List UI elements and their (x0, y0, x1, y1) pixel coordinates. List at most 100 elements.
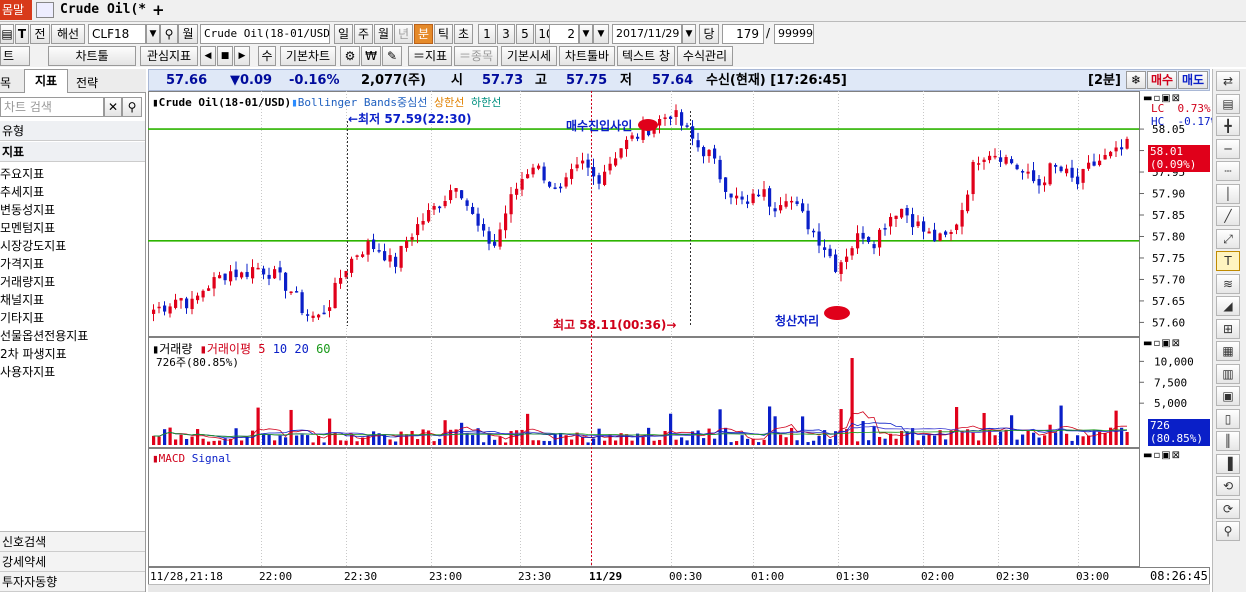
t-button[interactable]: 트 (0, 46, 30, 66)
chart-toolbar-button[interactable]: 차트툴바 (559, 46, 615, 66)
period-button-1[interactable]: 주 (354, 24, 373, 44)
split-icon[interactable]: ▐ (1216, 453, 1240, 474)
nav-left-icon[interactable]: ◀ (200, 46, 216, 66)
sidebar-tab-indicator[interactable]: 지표 (24, 69, 68, 93)
cols-icon[interactable]: ▯ (1216, 408, 1240, 429)
symbol-dropdown-icon[interactable]: ▼ (146, 24, 160, 44)
month-button[interactable]: 월 (178, 24, 198, 44)
group-indicator[interactable]: 지표 (0, 142, 145, 162)
auto-icon[interactable]: ⤢ (1216, 228, 1240, 249)
period-button-4[interactable]: 분 (414, 24, 433, 44)
line-tool-icon[interactable]: ╋ (1216, 116, 1240, 136)
dash-icon[interactable]: ┄ (1216, 161, 1240, 181)
formula-manager-button[interactable]: 수식관리 (677, 46, 733, 66)
sidebar-tab-strategy[interactable]: 전략 (76, 74, 98, 91)
undo-icon[interactable]: ⟲ (1216, 476, 1240, 496)
period-button-6[interactable]: 초 (454, 24, 473, 44)
interval-spin-icon[interactable]: ▼ (593, 24, 609, 44)
chart-search-input[interactable]: 차트 검색 (0, 97, 104, 117)
add-item-button[interactable]: ＝종목 (454, 46, 498, 66)
trend-icon[interactable]: ╱ (1216, 206, 1240, 226)
dang-button[interactable]: 당 (699, 24, 719, 44)
window-tab-title[interactable]: Crude Oil(* (60, 2, 146, 17)
watch-indicator-button[interactable]: 관심지표 (140, 46, 198, 66)
sidebar-item-9[interactable]: 선물옵션전용지표 (0, 327, 88, 344)
sidebar-item-1[interactable]: 추세지표 (0, 183, 44, 200)
sidebar-item-2[interactable]: 변동성지표 (0, 201, 55, 218)
volume-bar (1048, 424, 1052, 445)
interval-preset-2[interactable]: 5 (516, 24, 534, 44)
settings-icon[interactable]: ⚙ (340, 46, 360, 66)
period-button-0[interactable]: 일 (334, 24, 353, 44)
text-window-button[interactable]: 텍스트 창 (617, 46, 675, 66)
refresh-icon[interactable]: ⟳ (1216, 498, 1240, 519)
bars-icon[interactable]: ║ (1216, 431, 1240, 451)
add-tab-button[interactable]: + (152, 1, 165, 19)
period-button-5[interactable]: 틱 (434, 24, 453, 44)
volume-pane-controls[interactable]: ▬▫▣⊠ (1143, 338, 1181, 349)
chart-scrollbar[interactable] (148, 584, 1210, 592)
basic-chart-button[interactable]: 기본차트 (280, 46, 336, 66)
snowflake-icon[interactable]: ❄ (1126, 71, 1146, 89)
zoom-fit-icon[interactable]: ⇄ (1216, 71, 1240, 91)
max-count-input[interactable]: 99999 (774, 24, 814, 44)
period-button-2[interactable]: 월 (374, 24, 393, 44)
price-pane-controls[interactable]: ▬▫▣⊠ (1143, 93, 1181, 104)
candle-body (333, 282, 337, 309)
macd-pane-controls[interactable]: ▬▫▣⊠ (1143, 450, 1181, 461)
interval-input[interactable]: 2 (549, 24, 579, 44)
sidebar-item-0[interactable]: 주요지표 (0, 165, 44, 182)
stop-icon[interactable]: ■ (217, 46, 233, 66)
text-t-icon[interactable]: T (15, 24, 29, 44)
period-button-3[interactable]: 년 (394, 24, 413, 44)
box-icon[interactable]: ▣ (1216, 386, 1240, 406)
sidebar-item-8[interactable]: 기타지표 (0, 309, 44, 326)
add-indicator-button[interactable]: ＝지표 (408, 46, 452, 66)
sidebar-item-6[interactable]: 거래량지표 (0, 273, 55, 290)
sidebar-item-11[interactable]: 사용자지표 (0, 363, 55, 380)
sidebar-item-4[interactable]: 시장강도지표 (0, 237, 66, 254)
buy-button[interactable]: 매수 (1147, 71, 1177, 89)
count-input[interactable]: 179 (722, 24, 764, 44)
date-input[interactable]: 2017/11/29 (612, 24, 682, 44)
tool-icon[interactable]: ✎ (382, 46, 402, 66)
open-icon[interactable]: ▤ (1216, 93, 1240, 114)
text-tool-icon[interactable]: T (1216, 251, 1240, 271)
search-icon[interactable]: ⚲ (122, 97, 142, 117)
sidebar-item-5[interactable]: 가격지표 (0, 255, 44, 272)
grid-icon[interactable]: ⊞ (1216, 318, 1240, 339)
haeseon-button[interactable]: 해선 (51, 24, 85, 44)
grid-icon[interactable]: ▤ (0, 24, 14, 44)
chart-tool-button[interactable]: 차트툴 (48, 46, 136, 66)
group-type[interactable]: 유형 (0, 121, 145, 141)
sidebar-bottom-item-0[interactable]: 신호검색 (0, 532, 145, 552)
date-dropdown-icon[interactable]: ▼ (682, 24, 696, 44)
sidebar-bottom-item-2[interactable]: 투자자동향 (0, 572, 145, 592)
sidebar-item-10[interactable]: 2차 파생지표 (0, 345, 67, 362)
sidebar-bottom-item-1[interactable]: 강세약세 (0, 552, 145, 572)
sell-button[interactable]: 매도 (1178, 71, 1208, 89)
interval-preset-1[interactable]: 3 (497, 24, 515, 44)
magnifier-icon[interactable]: ⚲ (1216, 521, 1240, 541)
candle-body (548, 181, 552, 187)
search-icon[interactable]: ⚲ (160, 24, 178, 44)
shape-icon[interactable]: ◢ (1216, 296, 1240, 316)
calc-icon[interactable]: ▦ (1216, 341, 1240, 361)
su-button[interactable]: 수 (258, 46, 276, 66)
clear-search-icon[interactable]: ✕ (104, 97, 122, 117)
won-icon[interactable]: ₩ (361, 46, 381, 66)
interval-dropdown-icon[interactable]: ▼ (579, 24, 593, 44)
vline-icon[interactable]: │ (1216, 183, 1240, 204)
hline-icon[interactable]: ─ (1216, 138, 1240, 159)
interval-preset-0[interactable]: 1 (478, 24, 496, 44)
basic-price-button[interactable]: 기본시세 (501, 46, 557, 66)
sidebar-item-7[interactable]: 채널지표 (0, 291, 44, 308)
prev-window-tab[interactable]: 몸말 (0, 0, 32, 20)
symbol-input[interactable]: CLF18 (88, 24, 146, 44)
nav-right-icon[interactable]: ▶ (234, 46, 250, 66)
pattern-icon[interactable]: ▥ (1216, 363, 1240, 384)
jeon-button[interactable]: 전 (30, 24, 50, 44)
fibo-icon[interactable]: ≋ (1216, 273, 1240, 294)
sidebar-item-3[interactable]: 모멘텀지표 (0, 219, 55, 236)
volume-bar (289, 409, 293, 445)
